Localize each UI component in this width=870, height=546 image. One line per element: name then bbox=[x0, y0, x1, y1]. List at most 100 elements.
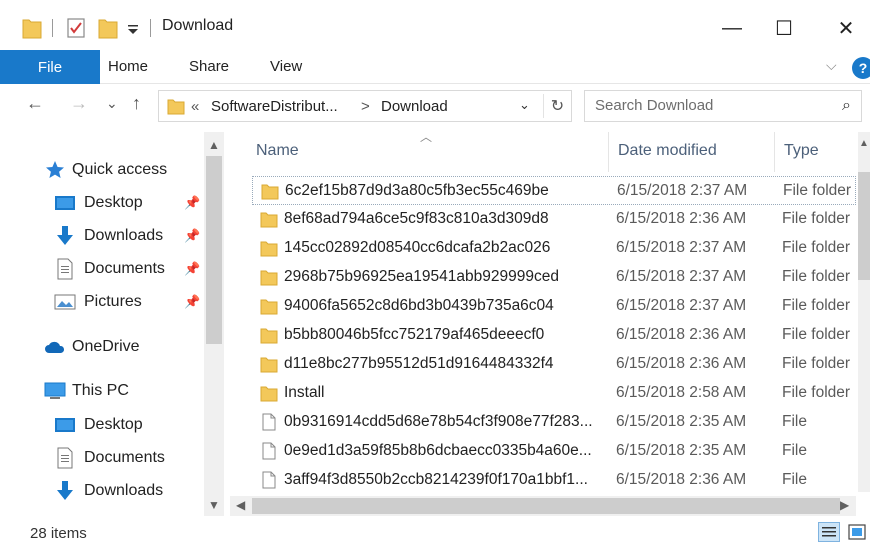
file-icon bbox=[262, 442, 276, 460]
sidebar-item-downloads[interactable]: Downloads 📌 bbox=[0, 222, 200, 250]
computer-icon bbox=[44, 382, 66, 399]
document-icon bbox=[57, 447, 73, 469]
sidebar-item-label: Pictures bbox=[84, 293, 142, 310]
file-type: File folder bbox=[782, 268, 851, 285]
scroll-up-arrow[interactable]: ▲ bbox=[859, 138, 869, 149]
file-list: ︿ Name Date modified Type 6c2ef15b87d9d3… bbox=[230, 130, 870, 516]
file-name: 3aff94f3d8550b2ccb8214239f0f170a1bbf1... bbox=[284, 471, 588, 488]
file-name: 8ef68ad794a6ce5c9f83c810a3d309d8 bbox=[284, 210, 549, 227]
tab-view[interactable]: View bbox=[270, 58, 302, 75]
sidebar-item-desktop[interactable]: Desktop bbox=[0, 411, 200, 439]
up-button[interactable]: ↑ bbox=[132, 93, 141, 114]
address-bar[interactable]: « SoftwareDistribut... > Download ⌄ ↻ bbox=[158, 90, 572, 122]
table-row[interactable]: 145cc02892d08540cc6dcafa2b2ac026 6/15/201… bbox=[252, 234, 856, 263]
tab-share[interactable]: Share bbox=[189, 58, 229, 75]
column-type[interactable]: Type bbox=[784, 142, 819, 160]
table-row[interactable]: 8ef68ad794a6ce5c9f83c810a3d309d8 6/15/201… bbox=[252, 205, 856, 234]
navigation-pane: Quick access Desktop 📌 Downloads 📌 Docum… bbox=[0, 132, 228, 516]
tab-home[interactable]: Home bbox=[108, 58, 148, 75]
sidebar-item-onedrive[interactable]: OneDrive bbox=[0, 333, 200, 361]
breadcrumb-item[interactable]: Download bbox=[381, 98, 448, 115]
sidebar-item-desktop[interactable]: Desktop 📌 bbox=[0, 189, 200, 217]
table-row[interactable]: 94006fa5652c8d6bd3b0439b735a6c04 6/15/201… bbox=[252, 292, 856, 321]
sidebar-item-this-pc[interactable]: This PC bbox=[0, 377, 200, 405]
table-row[interactable]: Install 6/15/2018 2:58 AM File folder bbox=[252, 379, 856, 408]
file-icon bbox=[262, 471, 276, 489]
scroll-right-arrow[interactable]: ▶ bbox=[840, 498, 849, 512]
table-row[interactable]: 0b9316914cdd5d68e78b54cf3f908e77f283... 6… bbox=[252, 408, 856, 437]
new-folder-icon[interactable] bbox=[98, 16, 118, 40]
sidebar-item-documents[interactable]: Documents bbox=[0, 444, 200, 472]
help-icon[interactable]: ? bbox=[852, 57, 870, 79]
file-date-modified: 6/15/2018 2:36 AM bbox=[616, 210, 747, 227]
forward-button[interactable]: → bbox=[70, 93, 88, 114]
pin-icon[interactable]: 📌 bbox=[184, 261, 200, 277]
column-date-modified[interactable]: Date modified bbox=[618, 142, 717, 160]
ribbon: File Home Share View ⌵ ? bbox=[0, 50, 870, 84]
sidebar-item-pictures[interactable]: Pictures 📌 bbox=[0, 288, 200, 316]
scroll-up-arrow[interactable]: ▲ bbox=[208, 138, 220, 152]
address-dropdown-icon[interactable]: ⌄ bbox=[519, 97, 530, 113]
title-bar: Download — ☐ ✕ bbox=[0, 0, 870, 54]
table-row[interactable]: 6c2ef15b87d9d3a80c5fb3ec55c469be 6/15/201… bbox=[252, 176, 856, 205]
back-button[interactable]: ← bbox=[26, 93, 44, 114]
search-icon[interactable]: ⌕ bbox=[842, 97, 851, 115]
scrollbar-thumb[interactable] bbox=[858, 172, 870, 280]
recent-locations-button[interactable]: ⌄ bbox=[106, 95, 118, 112]
separator bbox=[52, 19, 53, 37]
file-name: 0b9316914cdd5d68e78b54cf3f908e77f283... bbox=[284, 413, 593, 430]
sidebar-item-quick-access[interactable]: Quick access bbox=[0, 156, 200, 184]
breadcrumb-separator[interactable]: > bbox=[361, 98, 370, 115]
scrollbar-thumb[interactable] bbox=[252, 498, 840, 514]
table-row[interactable]: 2968b75b96925ea19541abb929999ced 6/15/201… bbox=[252, 263, 856, 292]
large-icons-view-icon[interactable] bbox=[846, 522, 868, 542]
file-date-modified: 6/15/2018 2:37 AM bbox=[617, 182, 748, 199]
document-icon bbox=[57, 258, 73, 280]
sidebar-item-label: Downloads bbox=[84, 482, 164, 499]
maximize-button[interactable]: ☐ bbox=[764, 10, 804, 46]
file-name: 0e9ed1d3a59f85b8b6dcbaecc0335b4a60e... bbox=[284, 442, 592, 459]
search-input[interactable] bbox=[595, 97, 825, 114]
navigation-bar: ← → ⌄ ↑ « SoftwareDistribut... > Downloa… bbox=[0, 85, 870, 129]
properties-icon[interactable] bbox=[66, 16, 88, 40]
column-divider[interactable] bbox=[608, 132, 609, 172]
scroll-down-arrow[interactable]: ▼ bbox=[208, 498, 220, 512]
ribbon-expand-icon[interactable]: ⌵ bbox=[826, 57, 837, 74]
refresh-button[interactable]: ↻ bbox=[543, 94, 571, 118]
folder-icon[interactable] bbox=[22, 16, 42, 40]
sidebar-item-label: Downloads bbox=[84, 227, 164, 244]
column-divider[interactable] bbox=[774, 132, 775, 172]
search-box[interactable]: ⌕ bbox=[584, 90, 862, 122]
cloud-icon bbox=[45, 341, 65, 353]
folder-icon bbox=[260, 270, 278, 286]
star-icon bbox=[46, 161, 64, 178]
details-view-icon[interactable] bbox=[818, 522, 840, 542]
download-arrow-icon bbox=[57, 481, 73, 500]
file-name: 2968b75b96925ea19541abb929999ced bbox=[284, 268, 559, 285]
file-type: File folder bbox=[783, 182, 852, 199]
column-name[interactable]: Name bbox=[256, 142, 299, 160]
scroll-left-arrow[interactable]: ◀ bbox=[236, 498, 245, 512]
table-row[interactable]: b5bb80046b5fcc752179af465deeecf0 6/15/201… bbox=[252, 321, 856, 350]
minimize-button[interactable]: — bbox=[712, 10, 752, 46]
pin-icon[interactable]: 📌 bbox=[184, 294, 200, 310]
file-icon bbox=[262, 413, 276, 431]
file-date-modified: 6/15/2018 2:36 AM bbox=[616, 471, 747, 488]
breadcrumb-overflow[interactable]: « bbox=[191, 98, 199, 115]
pin-icon[interactable]: 📌 bbox=[184, 195, 200, 211]
separator bbox=[150, 19, 151, 37]
file-type: File folder bbox=[782, 355, 851, 372]
close-button[interactable]: ✕ bbox=[826, 10, 866, 46]
breadcrumb-item[interactable]: SoftwareDistribut... bbox=[211, 98, 338, 115]
sidebar-item-documents[interactable]: Documents 📌 bbox=[0, 255, 200, 283]
customize-toolbar-icon[interactable] bbox=[126, 16, 140, 40]
table-row[interactable]: d11e8bc277b95512d51d9164484332f4 6/15/201… bbox=[252, 350, 856, 379]
table-row[interactable]: 0e9ed1d3a59f85b8b6dcbaecc0335b4a60e... 6/… bbox=[252, 437, 856, 466]
sidebar-item-downloads[interactable]: Downloads bbox=[0, 477, 200, 505]
scrollbar-thumb[interactable] bbox=[206, 156, 222, 344]
table-row[interactable]: 3aff94f3d8550b2ccb8214239f0f170a1bbf1...… bbox=[252, 466, 856, 495]
file-name: 6c2ef15b87d9d3a80c5fb3ec55c469be bbox=[285, 182, 549, 199]
pin-icon[interactable]: 📌 bbox=[184, 228, 200, 244]
item-count: 28 items bbox=[30, 525, 87, 542]
tab-file[interactable]: File bbox=[0, 50, 100, 84]
